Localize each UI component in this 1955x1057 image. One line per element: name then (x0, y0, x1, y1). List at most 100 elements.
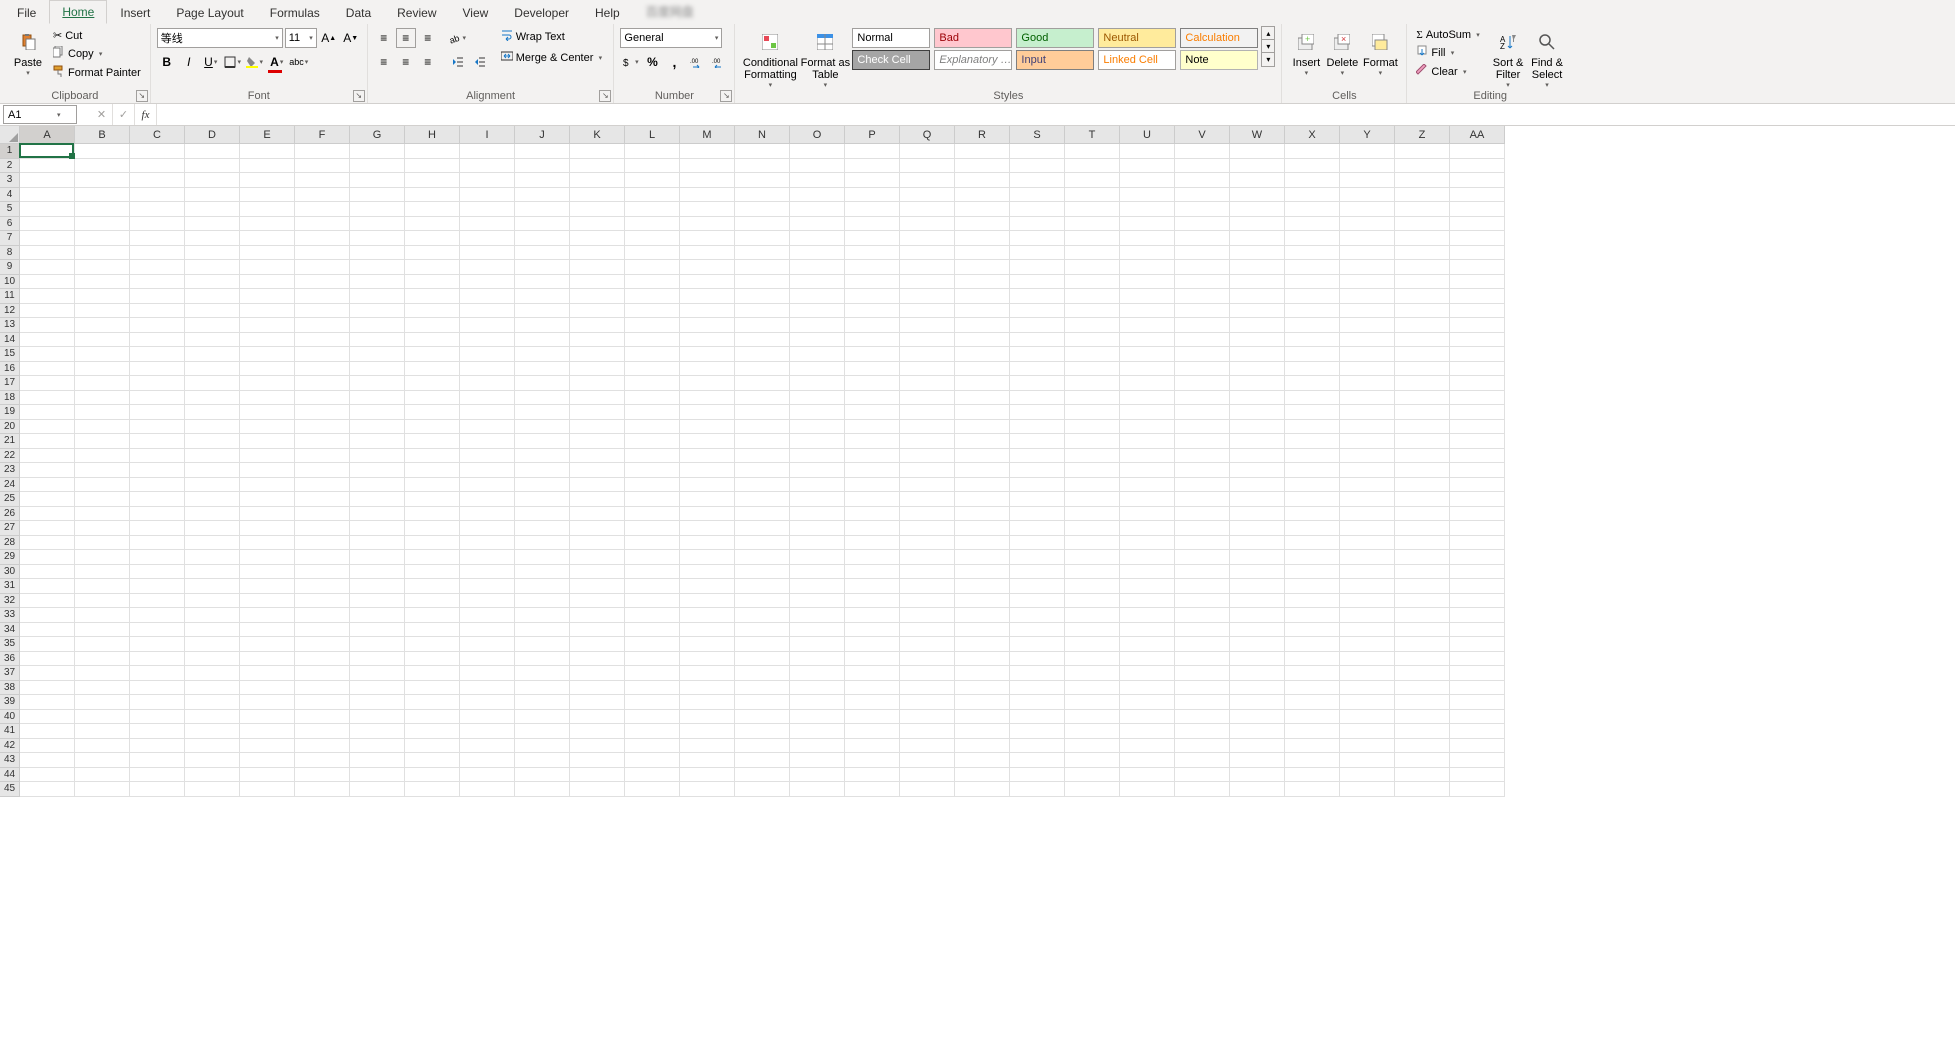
cell[interactable] (20, 405, 75, 420)
cell[interactable] (515, 173, 570, 188)
cell[interactable] (735, 275, 790, 290)
cell[interactable] (460, 768, 515, 783)
tab-insert[interactable]: Insert (107, 1, 163, 24)
cell[interactable] (130, 753, 185, 768)
cell[interactable] (1065, 507, 1120, 522)
cell[interactable] (1395, 231, 1450, 246)
cell[interactable] (900, 492, 955, 507)
cell[interactable] (1010, 246, 1065, 261)
cell[interactable] (1120, 608, 1175, 623)
cell[interactable] (1340, 405, 1395, 420)
cell[interactable] (1230, 608, 1285, 623)
cell[interactable] (20, 478, 75, 493)
cell[interactable] (570, 753, 625, 768)
cell[interactable] (1340, 260, 1395, 275)
cell[interactable] (1340, 739, 1395, 754)
cell[interactable] (790, 695, 845, 710)
cell[interactable] (1065, 550, 1120, 565)
phonetic-guide-button[interactable]: abc (289, 52, 309, 72)
cell[interactable] (570, 304, 625, 319)
cell[interactable] (900, 318, 955, 333)
cell[interactable] (515, 347, 570, 362)
cell[interactable] (1120, 202, 1175, 217)
cell[interactable] (845, 695, 900, 710)
row-header[interactable]: 42 (0, 739, 20, 754)
cell[interactable] (1120, 724, 1175, 739)
cell[interactable] (1450, 304, 1505, 319)
cell[interactable] (900, 666, 955, 681)
cell[interactable] (1010, 362, 1065, 377)
cell[interactable] (625, 478, 680, 493)
cell[interactable] (1395, 202, 1450, 217)
cell[interactable] (680, 260, 735, 275)
cut-button[interactable]: ✂ Cut (50, 28, 144, 43)
cell[interactable] (20, 202, 75, 217)
cell[interactable] (1285, 652, 1340, 667)
cell[interactable] (1285, 608, 1340, 623)
cell[interactable] (1285, 173, 1340, 188)
cell[interactable] (1120, 550, 1175, 565)
cell[interactable] (405, 594, 460, 609)
cell[interactable] (1230, 202, 1285, 217)
cell[interactable] (1175, 637, 1230, 652)
cell[interactable] (1285, 318, 1340, 333)
cell[interactable] (1395, 173, 1450, 188)
cell[interactable] (515, 144, 570, 159)
cell[interactable] (185, 304, 240, 319)
cell[interactable] (515, 202, 570, 217)
cell[interactable] (1285, 565, 1340, 580)
cell[interactable] (185, 782, 240, 797)
cell[interactable] (20, 188, 75, 203)
cell[interactable] (350, 637, 405, 652)
enter-formula-button[interactable]: ✓ (113, 104, 135, 125)
cell[interactable] (1395, 623, 1450, 638)
cell[interactable] (1230, 376, 1285, 391)
cell[interactable] (570, 608, 625, 623)
cell[interactable] (1450, 376, 1505, 391)
cell[interactable] (1065, 753, 1120, 768)
cell[interactable] (460, 304, 515, 319)
cell[interactable] (350, 478, 405, 493)
cell[interactable] (680, 376, 735, 391)
cell[interactable] (570, 652, 625, 667)
cell[interactable] (790, 202, 845, 217)
cell[interactable] (405, 623, 460, 638)
cell[interactable] (1285, 637, 1340, 652)
number-format-combo[interactable]: General▾ (620, 28, 722, 48)
cell[interactable] (1340, 333, 1395, 348)
cell[interactable] (240, 536, 295, 551)
cell[interactable] (405, 695, 460, 710)
cell[interactable] (185, 434, 240, 449)
cell[interactable] (460, 565, 515, 580)
cell[interactable] (405, 217, 460, 232)
cell[interactable] (515, 753, 570, 768)
cell[interactable] (900, 753, 955, 768)
cell[interactable] (845, 710, 900, 725)
row-header[interactable]: 41 (0, 724, 20, 739)
cell[interactable] (75, 565, 130, 580)
cell[interactable] (240, 434, 295, 449)
cell[interactable] (1395, 449, 1450, 464)
cell[interactable] (130, 782, 185, 797)
cell[interactable] (295, 362, 350, 377)
cell[interactable] (955, 376, 1010, 391)
cell[interactable] (130, 521, 185, 536)
cell[interactable] (1285, 521, 1340, 536)
cell[interactable] (790, 246, 845, 261)
cell[interactable] (1285, 202, 1340, 217)
cell[interactable] (460, 217, 515, 232)
cell[interactable] (405, 289, 460, 304)
cell[interactable] (845, 623, 900, 638)
row-header[interactable]: 9 (0, 260, 20, 275)
cell[interactable] (350, 173, 405, 188)
column-header[interactable]: W (1230, 126, 1285, 144)
cell[interactable] (295, 333, 350, 348)
cell[interactable] (845, 159, 900, 174)
cell[interactable] (460, 362, 515, 377)
cell[interactable] (1450, 420, 1505, 435)
cell[interactable] (20, 550, 75, 565)
cell[interactable] (75, 420, 130, 435)
cell[interactable] (1065, 144, 1120, 159)
cell[interactable] (240, 521, 295, 536)
column-header[interactable]: E (240, 126, 295, 144)
